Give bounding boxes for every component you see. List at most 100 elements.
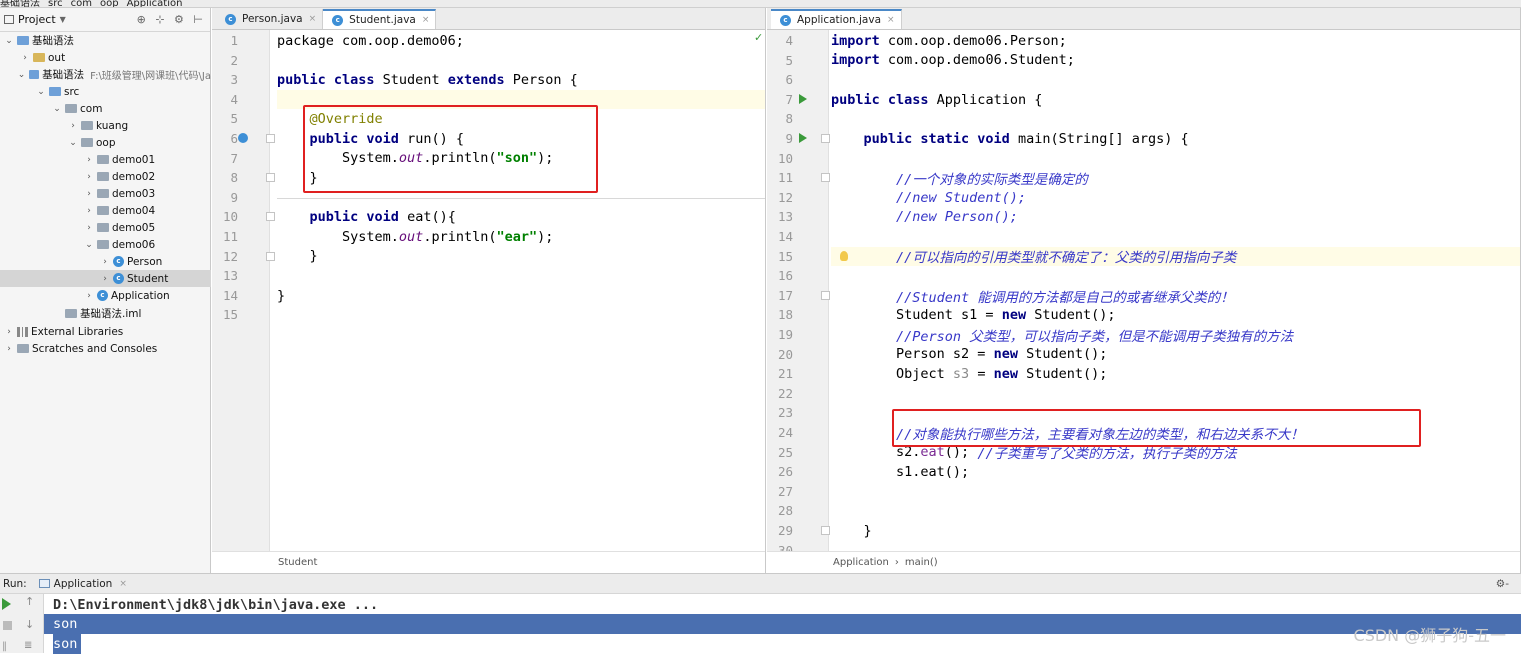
code-token: }: [277, 288, 285, 304]
close-icon[interactable]: ×: [422, 15, 430, 25]
tree-item[interactable]: 基础语法.iml: [0, 305, 211, 322]
chevron-down-icon[interactable]: ⌄: [17, 70, 26, 80]
tree-item[interactable]: ›out: [0, 49, 211, 66]
chevron-down-icon[interactable]: ▼: [60, 15, 66, 24]
tree-item[interactable]: ⌄com: [0, 100, 211, 117]
fold-marker-icon[interactable]: [266, 173, 275, 182]
tree-item-label: 基础语法: [42, 67, 84, 82]
tree-item[interactable]: ⌄demo06: [0, 236, 211, 253]
lightbulb-icon[interactable]: [840, 251, 848, 261]
close-icon[interactable]: ×: [309, 14, 317, 24]
run-gutter-icon[interactable]: [799, 133, 807, 143]
close-icon[interactable]: ×: [887, 15, 895, 25]
chevron-right-icon[interactable]: ›: [4, 327, 14, 337]
fold-marker-icon[interactable]: [821, 526, 830, 535]
chevron-right-icon[interactable]: ›: [84, 206, 94, 216]
tree-item[interactable]: ⌄基础语法: [0, 32, 211, 49]
run-gutter-icon[interactable]: [799, 94, 807, 104]
close-icon[interactable]: ×: [119, 579, 127, 589]
tree-item-label: demo04: [112, 205, 155, 217]
hide-icon[interactable]: ⊢: [193, 13, 206, 26]
code-token: import: [831, 52, 888, 68]
pause-icon[interactable]: ‖: [2, 641, 7, 652]
tree-item[interactable]: ›cApplication: [0, 287, 211, 304]
soft-wrap-icon[interactable]: ≣: [24, 640, 32, 651]
breadcrumb-item[interactable]: 基础语法: [0, 0, 40, 8]
tree-item[interactable]: ›cStudent: [0, 270, 211, 287]
chevron-right-icon[interactable]: ›: [84, 189, 94, 199]
tree-item[interactable]: ›demo02: [0, 168, 211, 185]
chevron-right-icon[interactable]: ›: [68, 121, 78, 131]
chevron-right-icon[interactable]: ›: [100, 274, 110, 284]
run-tab[interactable]: Application ×: [39, 578, 127, 590]
code-line: //new Person();: [831, 207, 1520, 227]
breadcrumb-item[interactable]: com: [71, 0, 92, 8]
tree-item[interactable]: ⌄基础语法F:\班级管理\网课班\代码\Ja: [0, 66, 211, 83]
tree-item[interactable]: ›Scratches and Consoles: [0, 340, 211, 357]
tree-item[interactable]: › demo04: [0, 202, 211, 219]
up-arrow-icon[interactable]: ↑: [25, 595, 34, 608]
tree-item[interactable]: ›kuang: [0, 117, 211, 134]
code-line: System.out.println("ear");: [277, 227, 765, 247]
code-token: com.oop.demo06.Person;: [888, 33, 1067, 49]
locate-icon[interactable]: ⊕: [137, 13, 149, 26]
line-number: 7: [767, 92, 793, 107]
editor-tab[interactable]: cApplication.java×: [771, 9, 902, 29]
tree-item[interactable]: ⌄oop: [0, 134, 211, 151]
project-panel-title[interactable]: Project: [18, 13, 56, 26]
tree-item[interactable]: ›External Libraries: [0, 323, 211, 340]
breadcrumb-item[interactable]: src: [48, 0, 63, 8]
chevron-right-icon[interactable]: ›: [20, 53, 30, 63]
tree-item[interactable]: ⌄src: [0, 83, 211, 100]
chevron-down-icon[interactable]: ⌄: [84, 240, 94, 250]
chevron-right-icon[interactable]: ›: [84, 155, 94, 165]
code-token: [277, 209, 310, 225]
line-number: 13: [767, 209, 793, 224]
code-line: Person s2 = new Student();: [831, 345, 1520, 365]
breadcrumb-item[interactable]: Application: [127, 0, 183, 8]
tree-item[interactable]: ›demo01: [0, 151, 211, 168]
fold-marker-icon[interactable]: [821, 134, 830, 143]
collapse-icon[interactable]: ⊹: [155, 13, 167, 26]
package-icon: [97, 206, 109, 215]
line-number: 15: [212, 307, 238, 322]
fold-marker-icon[interactable]: [266, 134, 275, 143]
tree-item[interactable]: ›demo03: [0, 185, 211, 202]
breadcrumb-item[interactable]: oop: [100, 0, 119, 8]
gear-icon[interactable]: ⚙-: [1496, 578, 1509, 590]
chevron-right-icon[interactable]: ›: [4, 344, 14, 354]
breadcrumb-item[interactable]: Student: [278, 557, 317, 568]
line-number: 17: [767, 288, 793, 303]
fold-marker-icon[interactable]: [266, 252, 275, 261]
chevron-right-icon[interactable]: ›: [84, 223, 94, 233]
code-line: Object s3 = new Student();: [831, 364, 1520, 384]
chevron-down-icon[interactable]: ⌄: [4, 36, 14, 46]
breadcrumb-item[interactable]: Application: [833, 557, 889, 568]
editor-tab[interactable]: cStudent.java×: [323, 9, 436, 29]
chevron-right-icon[interactable]: ›: [84, 291, 94, 301]
chevron-right-icon[interactable]: ›: [84, 172, 94, 182]
override-icon[interactable]: [238, 133, 248, 143]
package-icon: [97, 189, 109, 198]
tree-item[interactable]: ›cPerson: [0, 253, 211, 270]
chevron-right-icon[interactable]: ›: [100, 257, 110, 267]
chevron-down-icon[interactable]: ⌄: [36, 87, 46, 97]
code-token: System.: [277, 229, 399, 245]
rerun-icon[interactable]: [2, 598, 11, 610]
chevron-down-icon[interactable]: ⌄: [52, 104, 62, 114]
breadcrumb-item[interactable]: main(): [905, 557, 938, 568]
fold-marker-icon[interactable]: [821, 291, 830, 300]
tree-item[interactable]: ›demo05: [0, 219, 211, 236]
project-panel-tools[interactable]: ⊕ ⊹ ⚙ ⊢: [137, 13, 206, 26]
code-token: s1.eat();: [831, 464, 969, 480]
gear-icon[interactable]: ⚙: [174, 13, 187, 26]
fold-marker-icon[interactable]: [821, 173, 830, 182]
tree-item-label: 基础语法.iml: [80, 306, 141, 321]
stop-icon[interactable]: [3, 621, 12, 630]
code-line: public void eat(){: [277, 207, 765, 227]
down-arrow-icon[interactable]: ↓: [25, 618, 34, 631]
editor-tab[interactable]: cPerson.java×: [216, 9, 323, 29]
fold-marker-icon[interactable]: [266, 212, 275, 221]
package-icon: [97, 223, 109, 232]
chevron-down-icon[interactable]: ⌄: [68, 138, 78, 148]
